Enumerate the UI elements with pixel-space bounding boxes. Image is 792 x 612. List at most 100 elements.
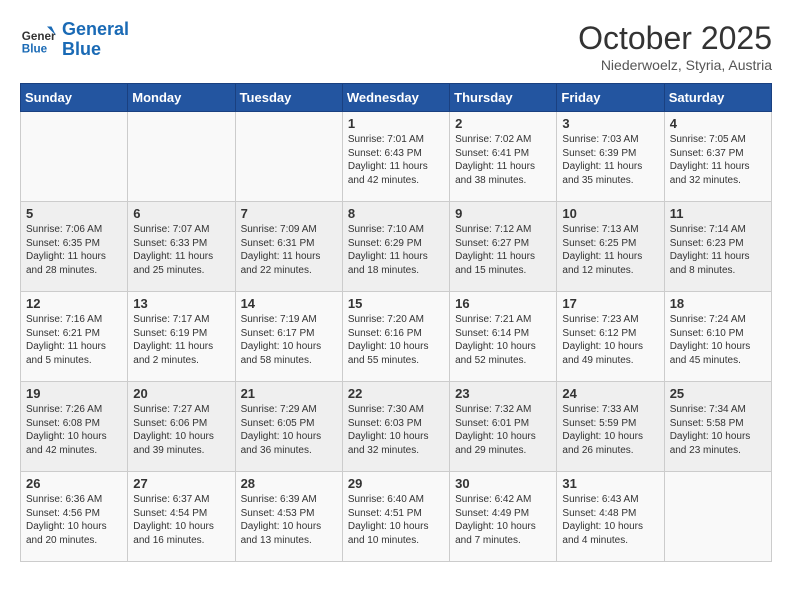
calendar-cell: 8 Sunrise: 7:10 AM Sunset: 6:29 PM Daylig… (342, 202, 449, 292)
day-number: 15 (348, 296, 444, 311)
day-number: 11 (670, 206, 766, 221)
day-info: Sunrise: 7:30 AM Sunset: 6:03 PM Dayligh… (348, 403, 444, 457)
calendar-cell: 9 Sunrise: 7:12 AM Sunset: 6:27 PM Daylig… (450, 202, 557, 292)
day-number: 13 (133, 296, 229, 311)
day-number: 24 (562, 386, 658, 401)
day-info: Sunrise: 7:27 AM Sunset: 6:06 PM Dayligh… (133, 403, 229, 457)
day-number: 3 (562, 116, 658, 131)
calendar-cell (235, 112, 342, 202)
day-info: Sunrise: 7:32 AM Sunset: 6:01 PM Dayligh… (455, 403, 551, 457)
day-info: Sunrise: 7:16 AM Sunset: 6:21 PM Dayligh… (26, 313, 122, 367)
calendar-cell: 12Sunrise: 7:16 AM Sunset: 6:21 PM Dayli… (21, 292, 128, 382)
day-info: Sunrise: 7:26 AM Sunset: 6:08 PM Dayligh… (26, 403, 122, 457)
day-number: 23 (455, 386, 551, 401)
day-info: Sunrise: 6:37 AM Sunset: 4:54 PM Dayligh… (133, 493, 229, 547)
day-info: Sunrise: 7:23 AM Sunset: 6:12 PM Dayligh… (562, 313, 658, 367)
calendar-cell: 14 Sunrise: 7:19 AM Sunset: 6:17 PM Dayli… (235, 292, 342, 382)
logo-general: General (62, 19, 129, 39)
calendar-week-2: 12Sunrise: 7:16 AM Sunset: 6:21 PM Dayli… (21, 292, 772, 382)
location-subtitle: Niederwoelz, Styria, Austria (578, 57, 772, 73)
header-monday: Monday (128, 84, 235, 112)
day-number: 9 (455, 206, 551, 221)
day-info: Sunrise: 7:34 AM Sunset: 5:58 PM Dayligh… (670, 403, 766, 457)
day-info: Sunrise: 6:36 AM Sunset: 4:56 PM Dayligh… (26, 493, 122, 547)
header-wednesday: Wednesday (342, 84, 449, 112)
day-number: 4 (670, 116, 766, 131)
day-info: Sunrise: 7:33 AM Sunset: 5:59 PM Dayligh… (562, 403, 658, 457)
calendar-cell: 16Sunrise: 7:21 AM Sunset: 6:14 PM Dayli… (450, 292, 557, 382)
calendar-cell: 23 Sunrise: 7:32 AM Sunset: 6:01 PM Dayli… (450, 382, 557, 472)
day-number: 14 (241, 296, 337, 311)
page-header: General Blue General Blue October 2025 N… (20, 20, 772, 73)
day-number: 19 (26, 386, 122, 401)
header-friday: Friday (557, 84, 664, 112)
day-number: 26 (26, 476, 122, 491)
calendar-cell: 30Sunrise: 6:42 AM Sunset: 4:49 PM Dayli… (450, 472, 557, 562)
day-info: Sunrise: 7:07 AM Sunset: 6:33 PM Dayligh… (133, 223, 229, 277)
day-info: Sunrise: 7:06 AM Sunset: 6:35 PM Dayligh… (26, 223, 122, 277)
day-info: Sunrise: 7:01 AM Sunset: 6:43 PM Dayligh… (348, 133, 444, 187)
month-title: October 2025 (578, 20, 772, 57)
calendar-cell: 31Sunrise: 6:43 AM Sunset: 4:48 PM Dayli… (557, 472, 664, 562)
day-info: Sunrise: 7:03 AM Sunset: 6:39 PM Dayligh… (562, 133, 658, 187)
calendar-cell: 28Sunrise: 6:39 AM Sunset: 4:53 PM Dayli… (235, 472, 342, 562)
day-info: Sunrise: 7:14 AM Sunset: 6:23 PM Dayligh… (670, 223, 766, 277)
day-number: 2 (455, 116, 551, 131)
day-number: 10 (562, 206, 658, 221)
header-tuesday: Tuesday (235, 84, 342, 112)
day-number: 25 (670, 386, 766, 401)
calendar-cell: 25 Sunrise: 7:34 AM Sunset: 5:58 PM Dayli… (664, 382, 771, 472)
calendar-cell: 21 Sunrise: 7:29 AM Sunset: 6:05 PM Dayli… (235, 382, 342, 472)
calendar-week-0: 1 Sunrise: 7:01 AM Sunset: 6:43 PM Daylig… (21, 112, 772, 202)
day-info: Sunrise: 7:10 AM Sunset: 6:29 PM Dayligh… (348, 223, 444, 277)
day-number: 29 (348, 476, 444, 491)
day-number: 17 (562, 296, 658, 311)
day-info: Sunrise: 7:12 AM Sunset: 6:27 PM Dayligh… (455, 223, 551, 277)
calendar-week-3: 19 Sunrise: 7:26 AM Sunset: 6:08 PM Dayli… (21, 382, 772, 472)
day-number: 8 (348, 206, 444, 221)
calendar-cell: 29Sunrise: 6:40 AM Sunset: 4:51 PM Dayli… (342, 472, 449, 562)
calendar-cell: 6 Sunrise: 7:07 AM Sunset: 6:33 PM Daylig… (128, 202, 235, 292)
day-info: Sunrise: 7:13 AM Sunset: 6:25 PM Dayligh… (562, 223, 658, 277)
calendar-cell: 18Sunrise: 7:24 AM Sunset: 6:10 PM Dayli… (664, 292, 771, 382)
calendar-cell: 2 Sunrise: 7:02 AM Sunset: 6:41 PM Daylig… (450, 112, 557, 202)
calendar-cell: 10 Sunrise: 7:13 AM Sunset: 6:25 PM Dayli… (557, 202, 664, 292)
calendar-cell (21, 112, 128, 202)
calendar-table: Sunday Monday Tuesday Wednesday Thursday… (20, 83, 772, 562)
weekday-header-row: Sunday Monday Tuesday Wednesday Thursday… (21, 84, 772, 112)
calendar-week-4: 26 Sunrise: 6:36 AM Sunset: 4:56 PM Dayli… (21, 472, 772, 562)
day-number: 27 (133, 476, 229, 491)
calendar-cell: 4 Sunrise: 7:05 AM Sunset: 6:37 PM Daylig… (664, 112, 771, 202)
day-number: 7 (241, 206, 337, 221)
header-thursday: Thursday (450, 84, 557, 112)
logo-blue: Blue (62, 39, 101, 59)
calendar-cell: 26 Sunrise: 6:36 AM Sunset: 4:56 PM Dayli… (21, 472, 128, 562)
header-saturday: Saturday (664, 84, 771, 112)
logo-text: General Blue (62, 20, 129, 60)
calendar-cell (128, 112, 235, 202)
calendar-cell: 19 Sunrise: 7:26 AM Sunset: 6:08 PM Dayli… (21, 382, 128, 472)
day-info: Sunrise: 7:24 AM Sunset: 6:10 PM Dayligh… (670, 313, 766, 367)
day-number: 31 (562, 476, 658, 491)
day-number: 30 (455, 476, 551, 491)
day-info: Sunrise: 7:09 AM Sunset: 6:31 PM Dayligh… (241, 223, 337, 277)
calendar-cell: 5Sunrise: 7:06 AM Sunset: 6:35 PM Daylig… (21, 202, 128, 292)
day-number: 22 (348, 386, 444, 401)
day-number: 21 (241, 386, 337, 401)
day-info: Sunrise: 7:29 AM Sunset: 6:05 PM Dayligh… (241, 403, 337, 457)
day-number: 20 (133, 386, 229, 401)
day-info: Sunrise: 7:17 AM Sunset: 6:19 PM Dayligh… (133, 313, 229, 367)
calendar-cell: 27 Sunrise: 6:37 AM Sunset: 4:54 PM Dayli… (128, 472, 235, 562)
day-number: 1 (348, 116, 444, 131)
day-info: Sunrise: 7:20 AM Sunset: 6:16 PM Dayligh… (348, 313, 444, 367)
calendar-cell: 22 Sunrise: 7:30 AM Sunset: 6:03 PM Dayli… (342, 382, 449, 472)
calendar-cell: 1 Sunrise: 7:01 AM Sunset: 6:43 PM Daylig… (342, 112, 449, 202)
calendar-week-1: 5Sunrise: 7:06 AM Sunset: 6:35 PM Daylig… (21, 202, 772, 292)
day-info: Sunrise: 7:05 AM Sunset: 6:37 PM Dayligh… (670, 133, 766, 187)
day-number: 6 (133, 206, 229, 221)
day-info: Sunrise: 7:19 AM Sunset: 6:17 PM Dayligh… (241, 313, 337, 367)
logo: General Blue General Blue (20, 20, 129, 60)
calendar-cell: 24 Sunrise: 7:33 AM Sunset: 5:59 PM Dayli… (557, 382, 664, 472)
header-sunday: Sunday (21, 84, 128, 112)
day-info: Sunrise: 7:02 AM Sunset: 6:41 PM Dayligh… (455, 133, 551, 187)
